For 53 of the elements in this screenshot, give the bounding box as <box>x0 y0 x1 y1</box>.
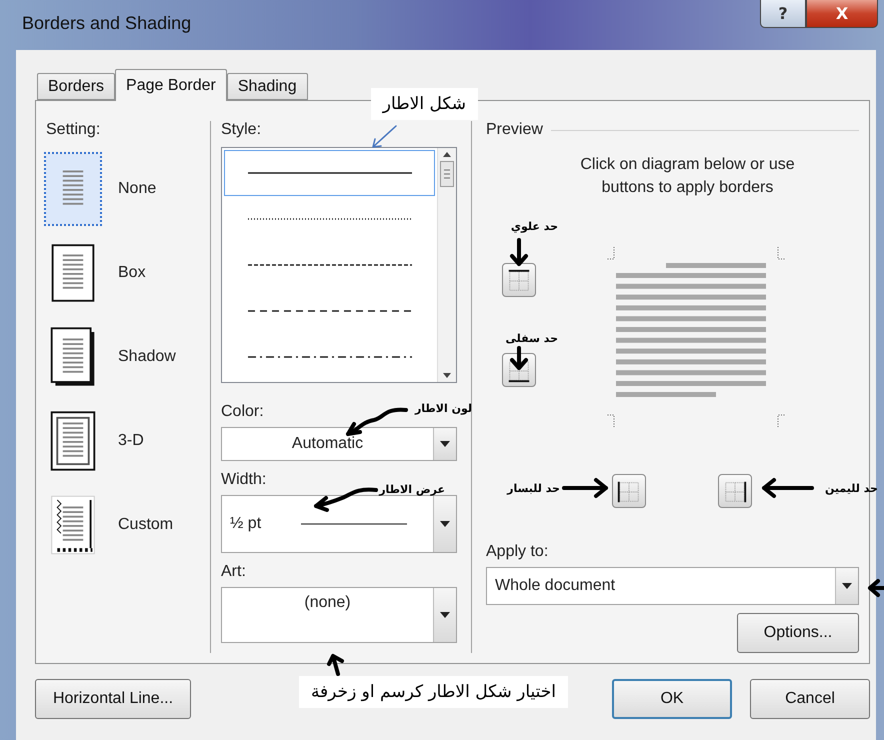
dropdown-caret-icon <box>440 521 450 527</box>
left-border-button[interactable] <box>612 474 646 508</box>
apply-to-label: Apply to: <box>486 543 548 561</box>
window-title: Borders and Shading <box>22 13 192 34</box>
annotation-label: حد لليمين <box>825 482 878 495</box>
dropdown-caret-icon <box>440 441 450 447</box>
preview-label: Preview <box>486 121 543 139</box>
setting-option-label[interactable]: None <box>118 180 156 198</box>
annotation-label: عرض الاطار <box>379 483 445 496</box>
style-label: Style: <box>221 121 262 139</box>
top-border-button[interactable] <box>502 263 536 297</box>
ok-button[interactable]: OK <box>612 679 732 719</box>
annotation-label: لون الاطار <box>414 402 472 415</box>
art-label: Art: <box>221 563 246 581</box>
annotation-label: حد علوي <box>510 220 558 233</box>
options-button[interactable]: Options... <box>737 613 859 653</box>
help-button[interactable]: ? <box>760 0 806 28</box>
dropdown-caret-icon <box>842 583 852 589</box>
scroll-down-icon[interactable] <box>443 373 451 378</box>
annotation-label: اختيار شكل الاطار كرسم او زخرفة <box>298 676 568 708</box>
tab[interactable]: Page Border <box>115 69 227 101</box>
horizontal-line-button[interactable]: Horizontal Line... <box>35 679 191 719</box>
color-label: Color: <box>221 403 264 421</box>
annotation-arrow <box>866 578 884 598</box>
annotation-arrow <box>562 478 610 498</box>
annotation-arrow <box>510 238 528 268</box>
setting-option-label[interactable]: Shadow <box>118 348 176 366</box>
tab[interactable]: Shading <box>226 73 308 100</box>
color-dropdown[interactable]: Automatic <box>221 427 457 461</box>
annotation-label: حد سفلى <box>506 332 558 345</box>
annotation-arrow <box>760 478 814 498</box>
setting-label: Setting: <box>46 121 100 139</box>
setting-option-label[interactable]: 3-D <box>118 432 144 450</box>
scroll-up-icon[interactable] <box>443 152 451 157</box>
dropdown-caret-icon <box>440 612 450 618</box>
width-dropdown[interactable]: ½ pt <box>221 495 457 553</box>
annotation-label: حد للبسار <box>507 482 560 495</box>
annotation-arrow <box>510 346 528 372</box>
tab[interactable]: Borders <box>37 73 116 100</box>
scroll-thumb[interactable] <box>440 161 454 187</box>
cancel-button[interactable]: Cancel <box>750 679 870 719</box>
art-dropdown[interactable]: (none) <box>221 587 457 643</box>
preview-hint: Click on diagram below or use buttons to apply borders <box>579 155 796 198</box>
right-border-button[interactable] <box>718 474 752 508</box>
annotation-arrow <box>370 124 398 150</box>
setting-option-label[interactable]: Box <box>118 264 146 282</box>
annotation-label: شكل الاطار <box>370 88 478 120</box>
scrollbar[interactable] <box>437 148 456 382</box>
close-button[interactable]: X <box>806 0 878 28</box>
apply-to-dropdown[interactable]: Whole document <box>486 567 859 605</box>
line-style-option[interactable] <box>224 150 435 196</box>
setting-option-label[interactable]: Custom <box>118 516 174 534</box>
width-label: Width: <box>221 471 266 489</box>
